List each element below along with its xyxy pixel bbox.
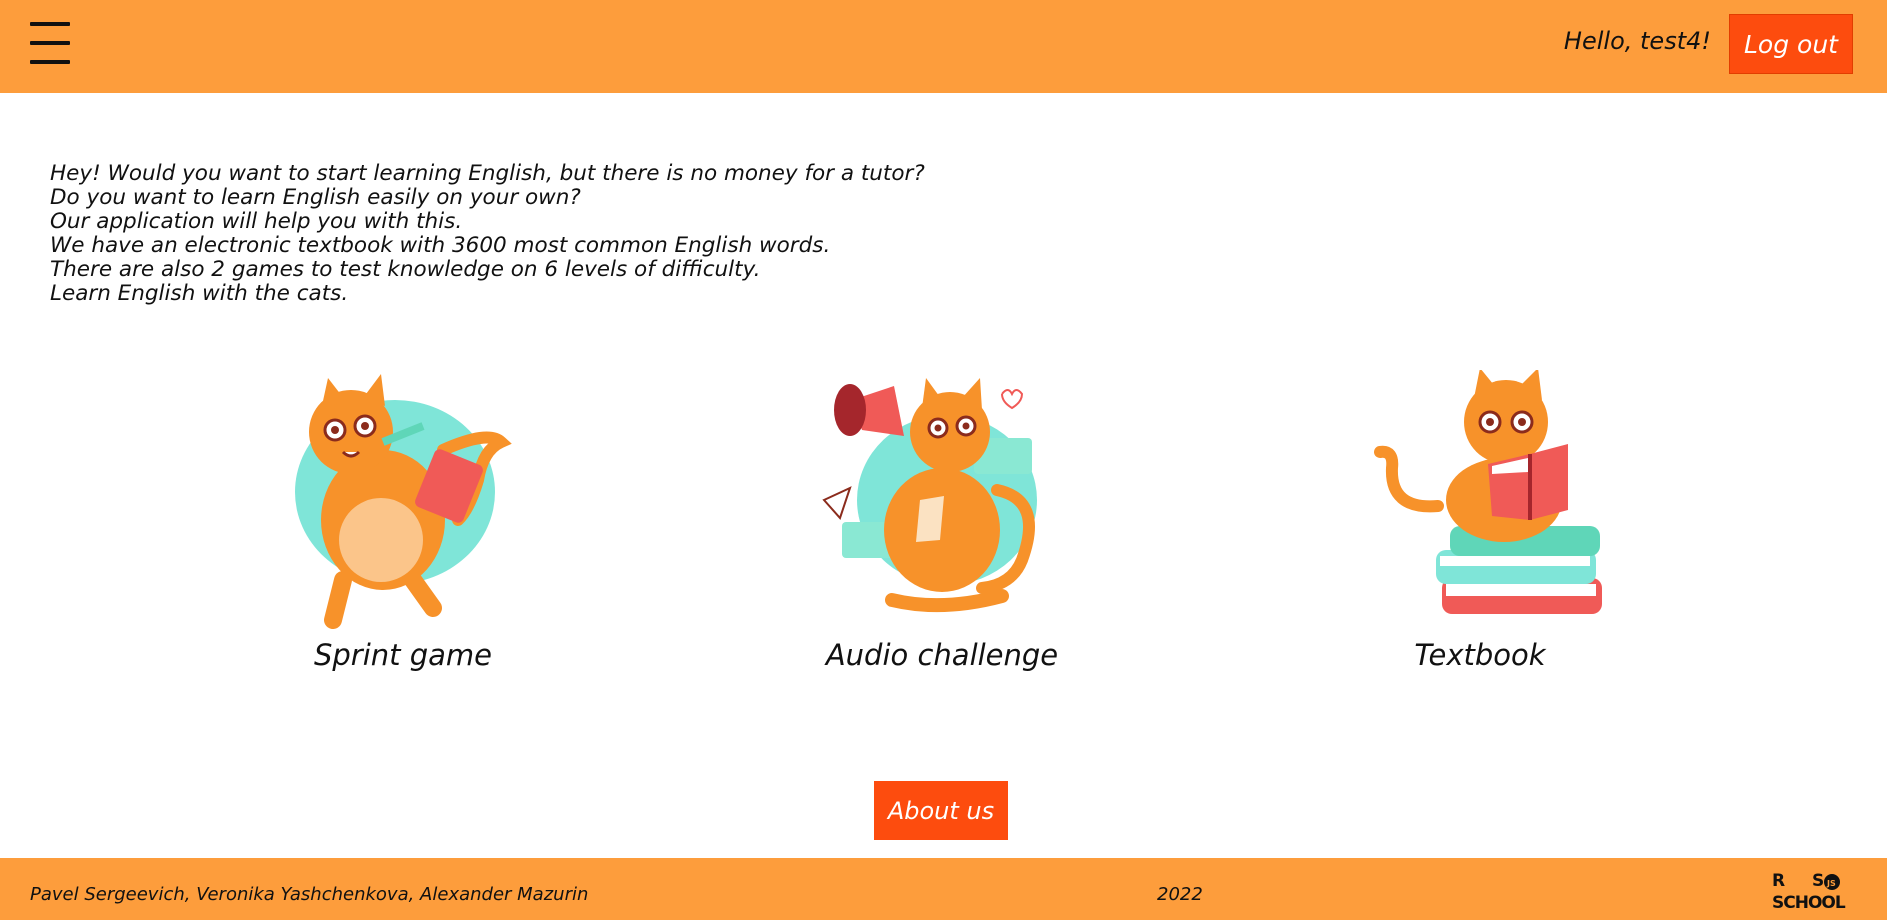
- reading-cat-icon: [1374, 370, 1602, 614]
- card-textbook[interactable]: Textbook: [1330, 370, 1630, 672]
- card-label: Textbook: [1414, 638, 1546, 672]
- card-audio-challenge[interactable]: Audio challenge: [792, 370, 1092, 672]
- svg-text:R: R: [1772, 871, 1785, 891]
- card-label: Audio challenge: [825, 638, 1059, 672]
- year-text: 2022: [1157, 884, 1203, 905]
- card-label: Sprint game: [313, 638, 493, 672]
- intro-line: Our application will help you with this.: [50, 209, 463, 234]
- rs-school-logo[interactable]: R S SCHOOL JS: [1772, 868, 1856, 912]
- card-sprint-game[interactable]: Sprint game: [253, 370, 553, 672]
- svg-text:JS: JS: [1826, 879, 1836, 888]
- intro-line: There are also 2 games to test knowledge…: [50, 257, 761, 282]
- hamburger-menu-icon[interactable]: [30, 22, 70, 64]
- intro-text: Hey! Would you want to start learning En…: [50, 162, 925, 306]
- svg-text:SCHOOL: SCHOOL: [1772, 893, 1846, 912]
- svg-text:S: S: [1812, 871, 1824, 891]
- authors-text: Pavel Sergeevich, Veronika Yashchenkova,…: [30, 884, 589, 905]
- running-cat-icon: [295, 374, 512, 629]
- intro-line: Hey! Would you want to start learning En…: [50, 161, 925, 186]
- greeting-text: Hello, test4!: [1563, 27, 1711, 55]
- logout-button[interactable]: Log out: [1729, 14, 1853, 74]
- intro-line: Learn English with the cats.: [50, 281, 349, 306]
- about-us-button[interactable]: About us: [874, 781, 1008, 840]
- intro-line: Do you want to learn English easily on y…: [50, 185, 581, 210]
- top-header: Hello, test4! Log out: [0, 0, 1887, 93]
- megaphone-cat-icon: [822, 378, 1037, 613]
- intro-line: We have an electronic textbook with 3600…: [50, 233, 831, 258]
- page-footer: Pavel Sergeevich, Veronika Yashchenkova,…: [0, 858, 1887, 920]
